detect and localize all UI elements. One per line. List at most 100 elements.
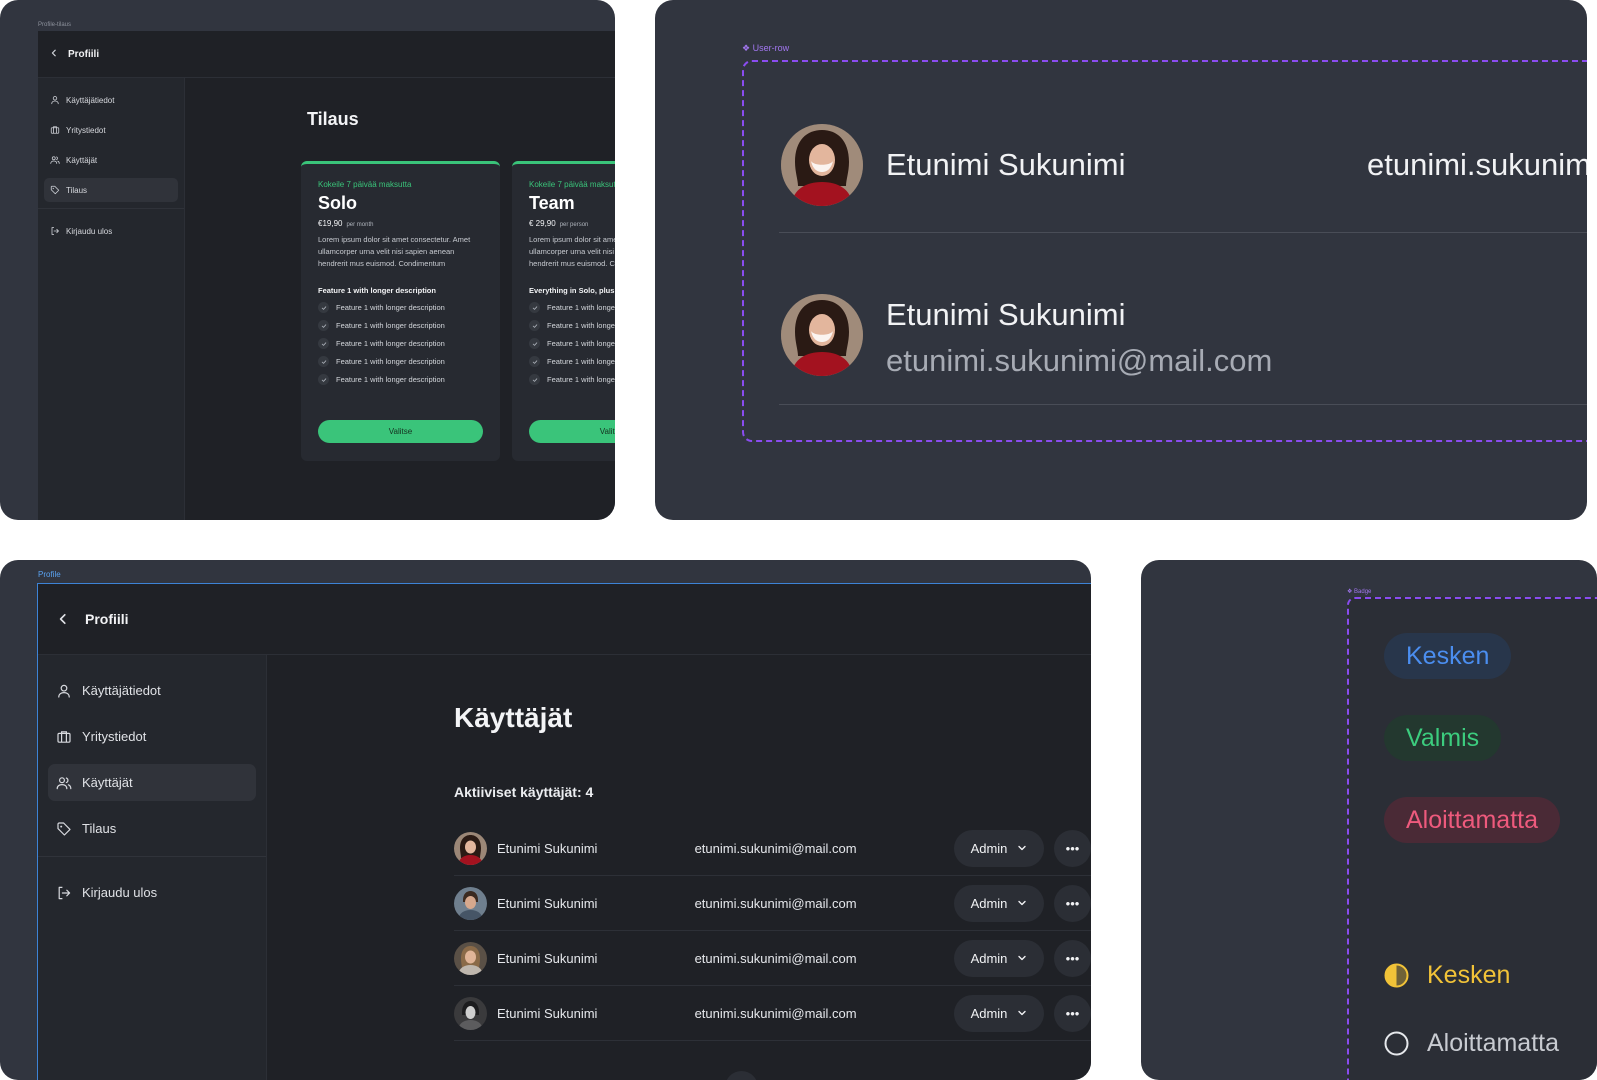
component-label-text: Badge <box>1354 589 1372 595</box>
check-icon <box>529 374 540 385</box>
price-period: per month <box>346 222 374 228</box>
check-icon <box>529 338 540 349</box>
sidebar-divider <box>38 208 184 209</box>
sidebar-item-kayttajat[interactable]: Käyttäjät <box>48 764 256 801</box>
empty-circle-icon <box>1384 1031 1409 1056</box>
sidebar-item-kayttajatiedot[interactable]: Käyttäjätiedot <box>48 672 256 709</box>
pagination-button[interactable] <box>725 1071 758 1080</box>
tag-icon <box>50 185 64 195</box>
sidebar-item-label: Tilaus <box>82 821 117 836</box>
feature-item: Feature 1 with longer description <box>529 356 615 367</box>
logout-icon <box>56 885 80 901</box>
feature-label: Feature 1 with longer description <box>336 375 445 384</box>
plan-description: Lorem ipsum dolor sit amet consectetur. … <box>318 235 471 268</box>
user-icon <box>50 95 64 105</box>
component-label: ❖ User-row <box>742 43 789 54</box>
more-options-button[interactable]: ••• <box>1054 829 1091 867</box>
feature-label: Feature 1 with longer description <box>547 357 615 366</box>
chevron-down-icon <box>1017 843 1027 853</box>
more-options-button[interactable]: ••• <box>1054 939 1091 977</box>
more-options-button[interactable]: ••• <box>1054 884 1091 922</box>
role-dropdown[interactable]: Admin <box>954 939 1044 977</box>
select-plan-button[interactable]: Valitse <box>318 420 483 443</box>
plan-description: Lorem ipsum dolor sit amet consectetur. … <box>529 235 615 268</box>
frame-label: Profile-tilaus <box>38 22 72 28</box>
table-row: Etunimi Sukunimi etunimi.sukunimi@mail.c… <box>454 876 1091 931</box>
sidebar-item-label: Tilaus <box>66 185 88 195</box>
avatar <box>454 941 487 975</box>
feature-label: Feature 1 with longer description <box>547 321 615 330</box>
feature-label: Feature 1 with longer description <box>547 339 615 348</box>
status-dot-label: Kesken <box>1427 961 1511 989</box>
features-heading: Everything in Solo, plus <box>529 286 615 295</box>
sidebar: Käyttäjätiedot Yritystiedot Käyttäjät Ti… <box>38 78 185 520</box>
logout-label: Kirjaudu ulos <box>82 885 158 900</box>
feature-item: Feature 1 with longer description <box>318 374 483 385</box>
sidebar-item-tilaus[interactable]: Tilaus <box>44 178 178 202</box>
user-name: Etunimi Sukunimi <box>886 297 1126 332</box>
half-circle-icon <box>1384 963 1409 988</box>
sidebar-item-yritystiedot[interactable]: Yritystiedot <box>44 118 178 142</box>
more-options-button[interactable]: ••• <box>1054 994 1091 1032</box>
price-value: € 29,90 <box>529 219 556 228</box>
sidebar-item-kayttajat[interactable]: Käyttäjät <box>44 148 178 172</box>
feature-label: Feature 1 with longer description <box>336 339 445 348</box>
user-icon <box>56 683 80 699</box>
role-dropdown[interactable]: Admin <box>954 829 1044 867</box>
user-name: Etunimi Sukunimi <box>497 1005 598 1021</box>
feature-label: Feature 1 with longer description <box>336 321 445 330</box>
role-dropdown[interactable]: Admin <box>954 994 1044 1032</box>
plan-price: €19,90 per month <box>318 219 483 228</box>
role-label: Admin <box>970 950 1008 966</box>
check-icon <box>318 320 329 331</box>
feature-item: Feature 1 with longer description <box>318 356 483 367</box>
chevron-left-icon[interactable] <box>57 613 85 625</box>
role-label: Admin <box>970 1005 1008 1021</box>
avatar <box>454 996 487 1030</box>
chevron-left-icon[interactable] <box>50 48 68 60</box>
logout-button[interactable]: Kirjaudu ulos <box>44 219 178 243</box>
role-dropdown[interactable]: Admin <box>954 884 1044 922</box>
user-name: Etunimi Sukunimi <box>497 895 598 911</box>
user-row[interactable]: Etunimi Sukunimi etunimi.sukunimi@mail.c… <box>779 233 1587 405</box>
status-dot-label: Aloittamatta <box>1427 1029 1560 1057</box>
user-row[interactable]: Etunimi Sukunimi etunimi.sukunimi@mail.c… <box>779 63 1587 233</box>
trial-text: Kokeile 7 päivää maksutta <box>529 180 615 189</box>
logout-button[interactable]: Kirjaudu ulos <box>48 874 256 911</box>
header: Profiili <box>38 31 615 78</box>
sidebar-item-label: Käyttäjät <box>66 155 98 165</box>
check-icon <box>529 302 540 313</box>
feature-label: Feature 1 with longer description <box>336 357 445 366</box>
users-icon <box>56 775 80 791</box>
chevron-down-icon <box>1017 898 1027 908</box>
feature-label: Feature 1 with longer description <box>547 303 615 312</box>
ellipsis-icon: ••• <box>1065 950 1080 966</box>
table-row: Etunimi Sukunimi etunimi.sukunimi@mail.c… <box>454 931 1091 986</box>
user-email: etunimi.sukunimi@mail.com <box>694 895 857 911</box>
sidebar-item-label: Käyttäjätiedot <box>66 95 115 105</box>
plan-name: Solo <box>318 193 357 213</box>
status-badge-kesken: Kesken <box>1384 633 1512 679</box>
status-badge-valmis: Valmis <box>1384 715 1502 761</box>
select-plan-button[interactable]: Valitse <box>529 420 615 443</box>
page-title: Tilaus <box>307 109 359 129</box>
logout-icon <box>50 226 64 236</box>
sidebar-item-yritystiedot[interactable]: Yritystiedot <box>48 718 256 755</box>
role-label: Admin <box>970 840 1008 856</box>
sidebar-item-label: Käyttäjätiedot <box>82 683 161 698</box>
status-dot-kesken: Kesken <box>1384 961 1510 990</box>
sidebar-item-tilaus[interactable]: Tilaus <box>48 810 256 847</box>
feature-item: Feature 1 with longer description <box>318 302 483 313</box>
sidebar-item-kayttajatiedot[interactable]: Käyttäjätiedot <box>44 88 178 112</box>
sidebar: Käyttäjätiedot Yritystiedot Käyttäjät Ti… <box>38 655 267 1080</box>
avatar <box>781 124 863 206</box>
role-label: Admin <box>970 895 1008 911</box>
status-dot-aloittamatta: Aloittamatta <box>1384 1029 1559 1058</box>
user-email: etunimi.sukunimi@mail.com <box>694 840 857 856</box>
app-window: Profiili Käyttäjätiedot Yritystiedot Käy… <box>37 583 1091 1080</box>
users-icon <box>50 155 64 165</box>
check-icon <box>529 356 540 367</box>
avatar <box>454 831 487 865</box>
user-name: Etunimi Sukunimi <box>497 950 598 966</box>
user-name: Etunimi Sukunimi <box>886 147 1126 182</box>
